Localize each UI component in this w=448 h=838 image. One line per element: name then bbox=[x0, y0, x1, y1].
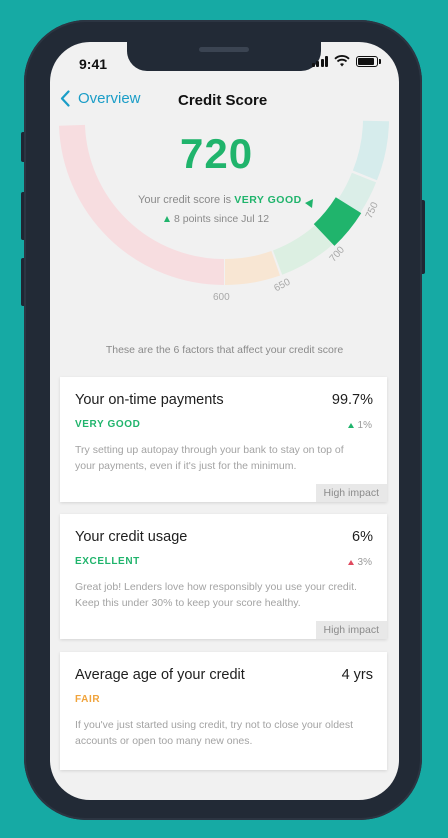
gauge-current-segment bbox=[313, 196, 362, 246]
factor-card-credit-age[interactable]: Average age of your credit 4 yrs FAIR If… bbox=[60, 652, 387, 770]
signal-icon bbox=[311, 55, 328, 67]
arrow-up-icon bbox=[347, 423, 354, 428]
notch bbox=[127, 42, 321, 71]
score-summary-prefix: Your credit score is bbox=[138, 194, 235, 206]
factor-rating: VERY GOOD bbox=[75, 419, 141, 430]
score-summary: Your credit score is VERY GOOD bbox=[138, 194, 302, 206]
impact-badge: High impact bbox=[315, 621, 387, 639]
battery-icon bbox=[356, 55, 378, 67]
back-label: Overview bbox=[78, 90, 141, 107]
nav-bar: Overview Credit Score bbox=[50, 86, 399, 116]
factor-card-payments[interactable]: Your on-time payments 99.7% VERY GOOD 1%… bbox=[60, 377, 387, 502]
gauge-segment-fair bbox=[224, 250, 281, 285]
gauge-segment-good bbox=[272, 220, 338, 275]
wifi-icon bbox=[334, 55, 350, 67]
credit-score-value: 720 bbox=[180, 130, 254, 177]
score-change: 8 points since Jul 12 bbox=[164, 213, 269, 225]
page-title: Credit Score bbox=[178, 92, 268, 109]
speaker bbox=[199, 47, 249, 52]
status-time: 9:41 bbox=[79, 56, 108, 72]
factor-delta-value: 1% bbox=[357, 420, 372, 431]
score-change-text: 8 points since Jul 12 bbox=[174, 213, 270, 225]
factor-description: Great job! Lenders love how responsibly … bbox=[75, 581, 357, 609]
factor-title: Your credit usage bbox=[75, 529, 188, 545]
arrow-up-icon bbox=[347, 560, 354, 565]
factor-card-credit-usage[interactable]: Your credit usage 6% EXCELLENT 3% Great … bbox=[60, 514, 387, 639]
status-icons bbox=[311, 55, 381, 67]
factor-value: 6% bbox=[352, 529, 373, 545]
chevron-left-icon bbox=[60, 90, 70, 107]
factors-intro: These are the 6 factors that affect your… bbox=[105, 344, 344, 356]
screen: 9:41 Overview Credit Score 720 Your cred… bbox=[50, 42, 399, 800]
factor-delta: 3% bbox=[347, 557, 372, 568]
factor-title: Average age of your credit bbox=[75, 667, 245, 683]
factor-value: 4 yrs bbox=[341, 667, 373, 683]
tick-label-600: 600 bbox=[213, 292, 230, 303]
battery-tip bbox=[379, 58, 381, 64]
arrow-up-icon bbox=[164, 216, 170, 222]
score-rating: VERY GOOD bbox=[234, 194, 302, 206]
gauge-pointer-icon bbox=[305, 199, 313, 208]
factor-description: If you've just started using credit, try… bbox=[75, 719, 354, 747]
factor-description: Try setting up autopay through your bank… bbox=[75, 444, 344, 472]
gauge-segment-excellent bbox=[352, 120, 389, 181]
factor-delta-value: 3% bbox=[357, 557, 372, 568]
factor-value: 99.7% bbox=[331, 392, 373, 408]
back-button[interactable]: Overview bbox=[60, 90, 141, 107]
factor-title: Your on-time payments bbox=[75, 392, 224, 408]
factor-delta: 1% bbox=[347, 420, 372, 431]
impact-badge: High impact bbox=[315, 484, 387, 502]
factor-rating: EXCELLENT bbox=[75, 556, 140, 567]
factor-rating: FAIR bbox=[75, 694, 101, 705]
